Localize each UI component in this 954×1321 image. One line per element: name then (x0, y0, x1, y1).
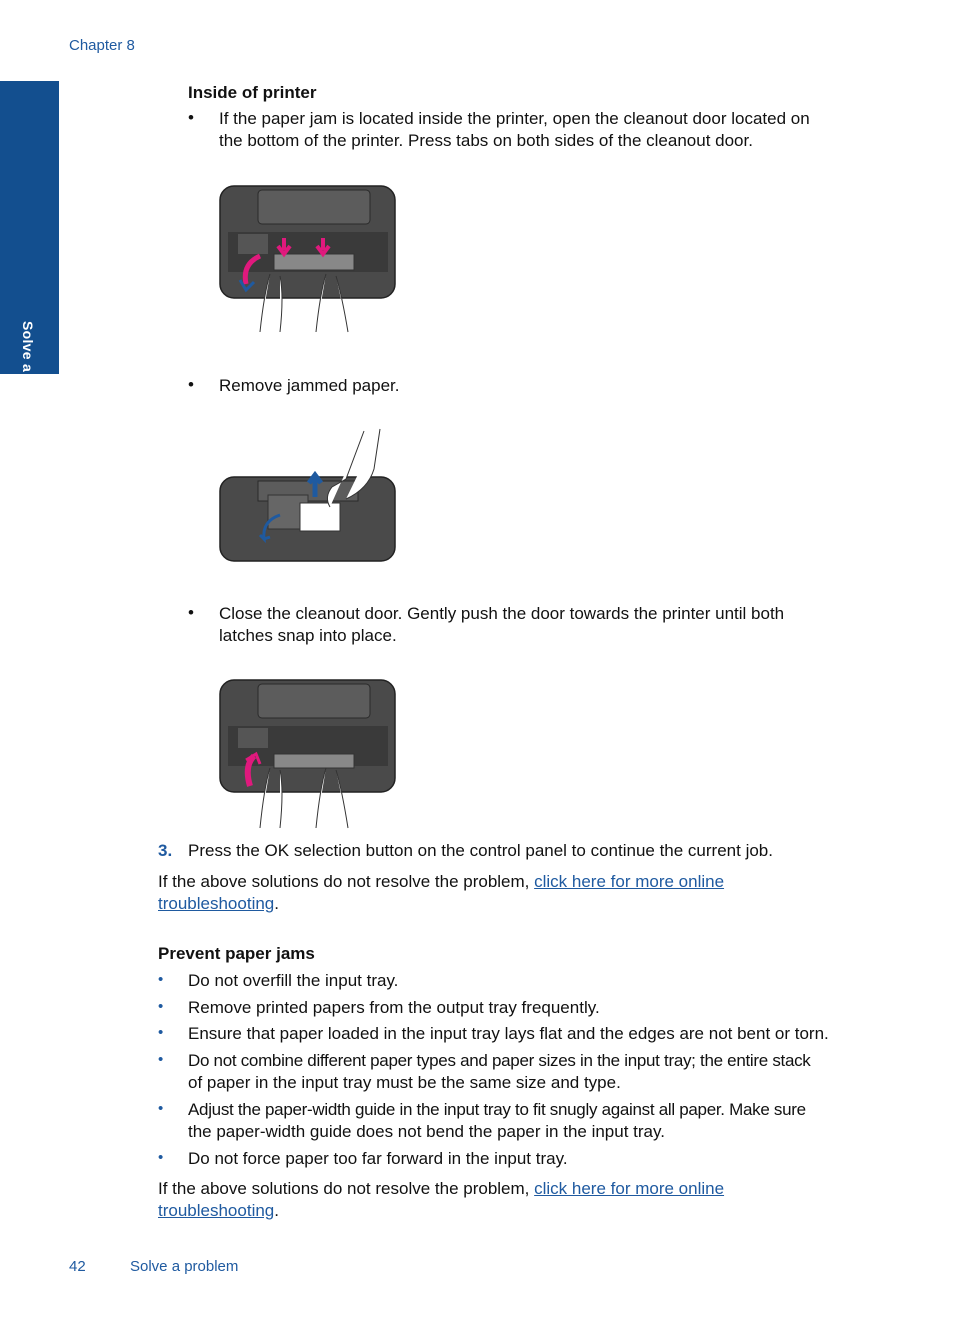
step-3-number: 3. (158, 841, 173, 860)
bullet-text: Remove jammed paper. (219, 376, 400, 395)
bullet-marker: • (158, 1024, 164, 1041)
bullet-text: the paper-width guide does not bend the … (188, 1122, 665, 1141)
footer-section-title: Solve a problem (130, 1258, 239, 1275)
chapter-header: Chapter 8 (69, 37, 135, 54)
step-number: 3. (158, 840, 172, 862)
bullet-marker: • (158, 998, 164, 1015)
bullet-text: latches snap into place. (219, 626, 397, 645)
bullet-text: Do not combine different paper types and… (188, 1051, 811, 1070)
more-help-prefix: If the above solutions do not resolve th… (158, 872, 535, 891)
more-help-paragraph: If the above solutions do not resolve th… (158, 871, 724, 893)
bullet-text: of paper in the input tray must be the s… (188, 1073, 621, 1092)
side-section-tab: Solve a problem (0, 81, 59, 434)
page-number: 42 (69, 1258, 86, 1275)
bullet-text: If the paper jam is located inside the p… (219, 109, 810, 128)
online-troubleshooting-link[interactable]: troubleshooting (158, 1201, 274, 1220)
bullet-text: Close the cleanout door. Gently push the… (219, 604, 785, 623)
section-heading-inside-printer: Inside of printer (188, 83, 317, 102)
bullet-text: Do not force paper too far forward in th… (188, 1149, 568, 1168)
side-tab-label: Solve a problem (20, 321, 36, 434)
bullet-marker: • (158, 971, 164, 988)
online-troubleshooting-link[interactable]: click here for more online (534, 1179, 724, 1198)
more-help-paragraph-line2: troubleshooting. (158, 893, 279, 915)
bullet-marker: • (188, 603, 194, 622)
period: . (274, 894, 279, 913)
printer-close-cleanout-door-illustration (219, 679, 396, 829)
bullet-marker: • (158, 1149, 164, 1166)
jammed-paper-icon (299, 502, 341, 532)
bullet-marker: • (188, 108, 194, 127)
bullet-text: Adjust the paper-width guide in the inpu… (188, 1100, 806, 1119)
printer-remove-paper-illustration (219, 428, 396, 562)
more-help-paragraph: If the above solutions do not resolve th… (158, 1178, 724, 1200)
online-troubleshooting-link[interactable]: click here for more online (534, 872, 724, 891)
more-help-paragraph-line2: troubleshooting. (158, 1200, 279, 1222)
more-help-prefix: If the above solutions do not resolve th… (158, 1179, 535, 1198)
step-3-text: Press the OK selection button on the con… (188, 841, 773, 860)
printer-open-cleanout-door-illustration (219, 185, 396, 333)
bullet-text: Remove printed papers from the output tr… (188, 998, 600, 1017)
bullet-marker: • (188, 375, 194, 394)
bullet-marker: • (158, 1100, 164, 1117)
bullet-text: Do not overfill the input tray. (188, 971, 399, 990)
bullet-text: Ensure that paper loaded in the input tr… (188, 1024, 829, 1043)
bullet-marker: • (158, 1051, 164, 1068)
section-heading-prevent-jams: Prevent paper jams (158, 944, 315, 963)
bullet-text: the bottom of the printer. Press tabs on… (219, 131, 753, 150)
online-troubleshooting-link[interactable]: troubleshooting (158, 894, 274, 913)
period: . (274, 1201, 279, 1220)
